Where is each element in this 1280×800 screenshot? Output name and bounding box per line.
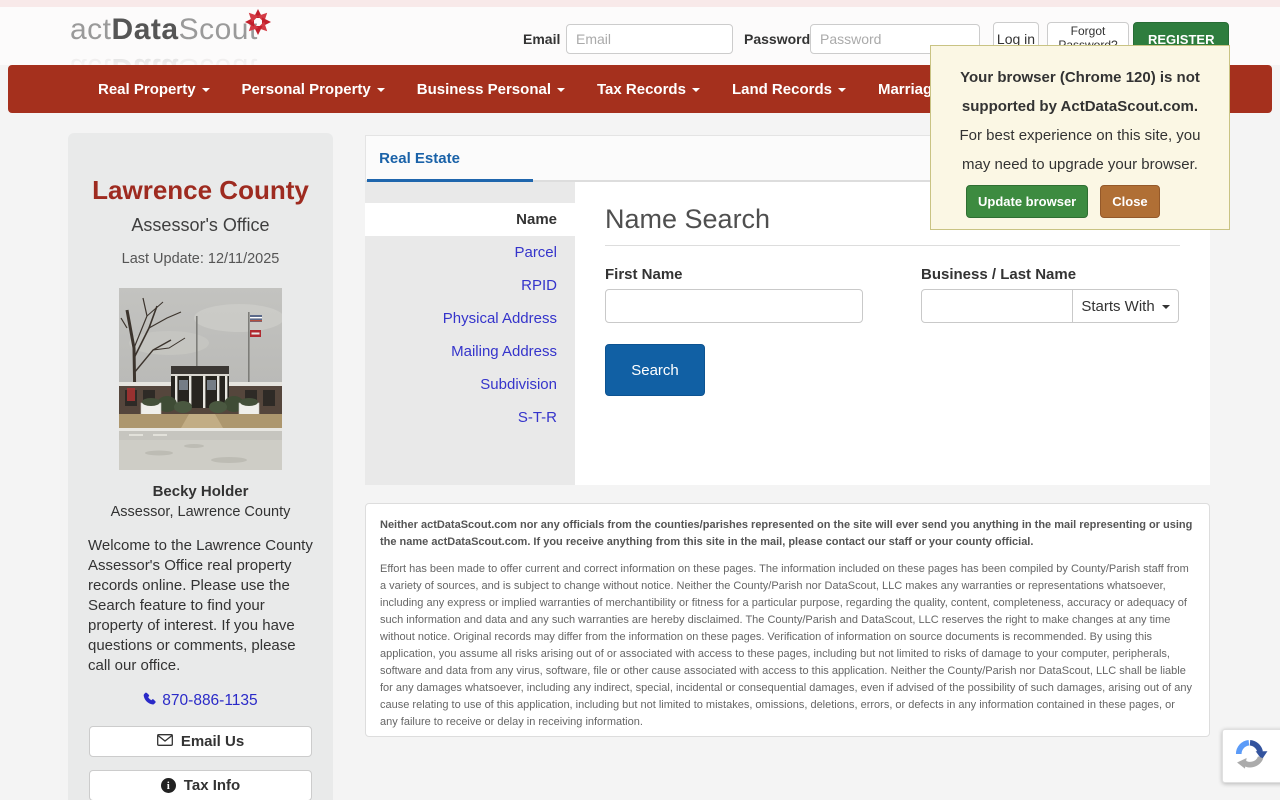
subnav-item-mailing-address[interactable]: Mailing Address bbox=[365, 335, 575, 368]
password-label: Password bbox=[744, 31, 811, 47]
chevron-down-icon bbox=[837, 88, 846, 92]
first-name-label: First Name bbox=[605, 266, 683, 283]
recaptcha-icon bbox=[1232, 736, 1268, 777]
subnav-item-name[interactable]: Name bbox=[365, 203, 575, 236]
title-divider bbox=[605, 245, 1180, 246]
email-us-button[interactable]: Email Us bbox=[89, 726, 312, 757]
last-name-input[interactable] bbox=[921, 289, 1073, 323]
tax-info-button[interactable]: Tax Info bbox=[89, 770, 312, 800]
chevron-down-icon bbox=[376, 88, 385, 92]
welcome-text: Welcome to the Lawrence County Assessor'… bbox=[88, 537, 313, 674]
tax-info-label: Tax Info bbox=[183, 777, 241, 794]
close-notice-button[interactable]: Close bbox=[1100, 185, 1160, 218]
envelope-icon bbox=[156, 733, 173, 750]
first-name-input[interactable] bbox=[605, 289, 863, 323]
tab-real-estate[interactable]: Real Estate bbox=[366, 136, 473, 181]
top-accent-strip bbox=[0, 0, 1280, 7]
logo-text: actDataScout bbox=[70, 13, 258, 46]
notice-body-text: For best experience on this site, you ma… bbox=[959, 127, 1201, 173]
subnav-item-parcel[interactable]: Parcel bbox=[365, 236, 575, 269]
search-type-subnav: Name Parcel RPID Physical Address Mailin… bbox=[365, 182, 575, 485]
assessor-office-photo bbox=[119, 288, 284, 470]
subnav-item-subdivision[interactable]: Subdivision bbox=[365, 368, 575, 401]
page-title: Name Search bbox=[605, 204, 771, 234]
chevron-down-icon bbox=[201, 88, 210, 92]
site-logo[interactable]: actDataScout bbox=[70, 9, 271, 47]
email-us-label: Email Us bbox=[180, 733, 245, 750]
info-icon bbox=[160, 778, 176, 793]
pinwheel-logo-icon bbox=[243, 7, 273, 42]
office-name: Assessor's Office bbox=[131, 215, 270, 235]
county-name: Lawrence County bbox=[92, 175, 309, 205]
nav-item-business-personal[interactable]: Business Personal bbox=[417, 81, 565, 98]
notice-bold-text: Your browser (Chrome 120) is not support… bbox=[960, 69, 1200, 115]
last-update: Last Update: 12/11/2025 bbox=[121, 251, 280, 267]
phone-number: 870-886-1135 bbox=[162, 692, 258, 709]
phone-icon bbox=[143, 692, 156, 710]
nav-item-personal-property[interactable]: Personal Property bbox=[242, 81, 385, 98]
assessor-name: Becky Holder bbox=[152, 483, 249, 500]
nav-item-tax-records[interactable]: Tax Records bbox=[597, 81, 700, 98]
disclaimer-card: Neither actDataScout.com nor any officia… bbox=[365, 503, 1210, 737]
nav-item-land-records[interactable]: Land Records bbox=[732, 81, 846, 98]
subnav-item-physical-address[interactable]: Physical Address bbox=[365, 302, 575, 335]
match-mode-label: Starts With bbox=[1081, 297, 1155, 315]
recaptcha-badge[interactable] bbox=[1222, 729, 1280, 783]
subnav-item-rpid[interactable]: RPID bbox=[365, 269, 575, 302]
email-label: Email bbox=[523, 31, 561, 47]
county-sidebar: Lawrence County Assessor's Office Last U… bbox=[68, 133, 333, 800]
update-browser-button[interactable]: Update browser bbox=[966, 185, 1089, 218]
subnav-item-str[interactable]: S-T-R bbox=[365, 401, 575, 434]
search-button[interactable]: Search bbox=[605, 344, 705, 396]
chevron-down-icon bbox=[1161, 305, 1170, 309]
chevron-down-icon bbox=[557, 88, 565, 92]
assessor-title: Assessor, Lawrence County bbox=[110, 504, 291, 520]
phone-link[interactable]: 870-886-1135 bbox=[68, 692, 333, 710]
legal-disclaimer-text: Effort has been made to offer current an… bbox=[380, 563, 1193, 728]
mail-warning-text: Neither actDataScout.com nor any officia… bbox=[380, 519, 1193, 548]
browser-upgrade-notice: Your browser (Chrome 120) is not support… bbox=[930, 45, 1230, 230]
match-mode-dropdown[interactable]: Starts With bbox=[1073, 289, 1179, 323]
last-name-label: Business / Last Name bbox=[921, 266, 1077, 283]
email-field[interactable] bbox=[566, 24, 733, 54]
chevron-down-icon bbox=[691, 88, 700, 92]
nav-item-real-property[interactable]: Real Property bbox=[98, 81, 210, 98]
